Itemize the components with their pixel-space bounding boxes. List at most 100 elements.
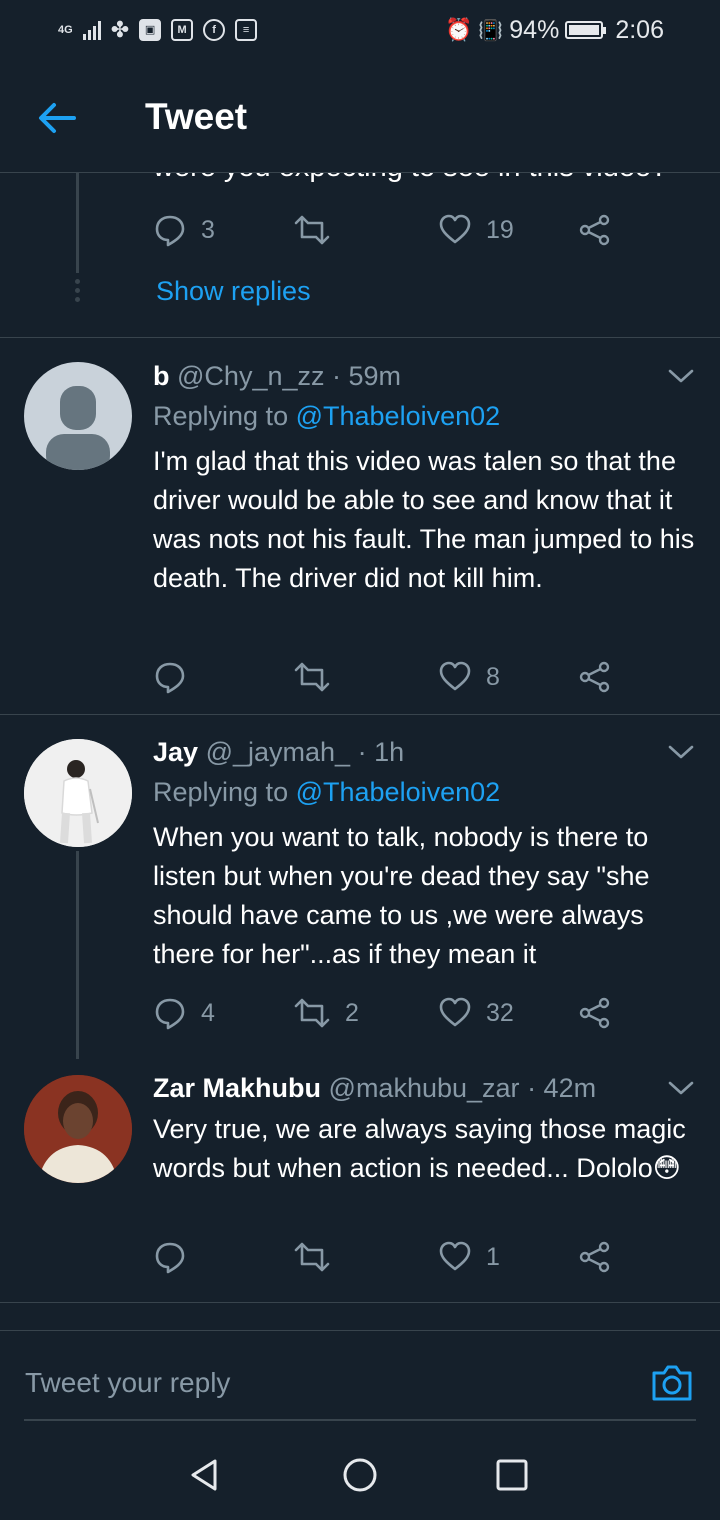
display-name[interactable]: Zar Makhubu: [153, 1073, 321, 1103]
retweet-button[interactable]: [293, 657, 345, 697]
like-button[interactable]: 32: [438, 993, 514, 1033]
tweet-text: I'm glad that this video was talen so th…: [153, 446, 695, 593]
avatar[interactable]: [24, 1075, 132, 1183]
camera-button[interactable]: [650, 1363, 694, 1403]
speech-bubble-icon: [155, 1242, 185, 1274]
replying-to-label: Replying to: [153, 401, 289, 431]
tweet-actions: 1: [153, 1237, 623, 1277]
user-handle[interactable]: @makhubu_zar: [329, 1073, 520, 1103]
tweet-actions: 4 2 32: [153, 993, 623, 1033]
display-name[interactable]: b: [153, 361, 170, 391]
back-triangle-icon[interactable]: [185, 1455, 225, 1495]
divider: [0, 1302, 720, 1303]
reply-count: 4: [201, 998, 215, 1027]
network-type-label: 4G: [58, 24, 73, 36]
speech-bubble-icon: [155, 662, 185, 694]
chevron-down-icon[interactable]: [668, 366, 694, 386]
profile-photo-icon: [24, 739, 132, 847]
tweet-time: · 42m: [527, 1073, 597, 1103]
show-replies-link[interactable]: Show replies: [156, 276, 311, 307]
user-handle[interactable]: @Chy_n_zz: [177, 361, 324, 391]
avatar[interactable]: [24, 362, 132, 470]
arrow-left-icon: [39, 103, 76, 133]
chevron-down-icon[interactable]: [668, 742, 694, 762]
share-icon: [579, 214, 610, 246]
retweet-icon: [294, 215, 330, 245]
status-bar-left: 4G ✤ ▣ M f ≡: [58, 16, 258, 44]
news-app-icon: ≡: [235, 19, 258, 41]
system-navigation-bar: [0, 1431, 720, 1520]
page-title: Tweet: [145, 96, 248, 137]
thread-connector: [76, 173, 79, 273]
signal-strength-icon: [82, 20, 101, 40]
input-underline: [24, 1419, 696, 1421]
heart-icon: [439, 214, 471, 244]
mention-link[interactable]: @Thabeloiven02: [296, 777, 501, 807]
like-count: 1: [486, 1242, 500, 1271]
speech-bubble-icon: [155, 215, 185, 247]
heart-icon: [439, 1241, 471, 1271]
like-button[interactable]: 8: [438, 657, 500, 697]
tweet[interactable]: b @Chy_n_zz · 59m Replying to @Thabeloiv…: [0, 338, 720, 714]
reply-button[interactable]: 4: [153, 993, 215, 1033]
retweet-button[interactable]: [293, 1237, 345, 1277]
reply-input-placeholder[interactable]: Tweet your reply: [25, 1367, 230, 1399]
tweet-header: Jay @_jaymah_ · 1h: [153, 737, 404, 768]
share-button[interactable]: [578, 210, 612, 250]
share-button[interactable]: [578, 657, 612, 697]
like-count: 32: [486, 998, 514, 1027]
status-bar: 4G ✤ ▣ M f ≡ ⏰ 📳 94% 2:06: [0, 0, 720, 62]
speech-bubble-icon: [155, 998, 185, 1030]
recents-square-icon[interactable]: [492, 1455, 532, 1495]
avatar[interactable]: [24, 739, 132, 847]
replying-to: Replying to @Thabeloiven02: [153, 777, 500, 808]
status-bar-right: ⏰ 📳 94% 2:06: [445, 14, 664, 46]
share-button[interactable]: [578, 993, 612, 1033]
alarm-icon: ⏰: [444, 17, 473, 42]
app-header: Tweet: [0, 62, 720, 173]
chevron-down-icon[interactable]: [668, 1078, 694, 1098]
back-button[interactable]: [32, 94, 80, 142]
tweet-actions: 8: [153, 657, 623, 697]
thread-connector: [76, 851, 79, 1059]
like-button[interactable]: 1: [438, 1237, 500, 1277]
retweet-icon: [294, 998, 330, 1028]
share-icon: [579, 661, 610, 693]
profile-photo-icon: [24, 1075, 132, 1183]
share-icon: [579, 997, 610, 1029]
like-count: 19: [486, 215, 514, 244]
clock-time: 2:06: [615, 15, 664, 44]
tweet[interactable]: Jay @_jaymah_ · 1h Replying to @Thabeloi…: [0, 715, 720, 1055]
like-count: 8: [486, 662, 500, 691]
tweet-text: When you want to talk, nobody is there t…: [153, 822, 650, 969]
shield-app-icon: ▣: [139, 19, 162, 41]
heart-icon: [439, 997, 471, 1027]
retweet-button[interactable]: [293, 210, 331, 250]
battery-percent: 94%: [509, 15, 560, 44]
reply-button[interactable]: [153, 1237, 201, 1277]
gmail-icon: M: [171, 19, 194, 41]
retweet-count: 2: [345, 998, 359, 1027]
conversation-thread[interactable]: were you expecting to see in this video?…: [0, 173, 720, 1330]
previous-tweet-actions: 3 19: [153, 210, 623, 250]
tweet-time: · 59m: [332, 361, 402, 391]
default-profile-icon: [46, 386, 110, 470]
user-handle[interactable]: @_jaymah_: [206, 737, 350, 767]
home-circle-icon[interactable]: [340, 1455, 380, 1495]
camera-icon: [652, 1365, 692, 1401]
reply-button[interactable]: 3: [153, 210, 215, 250]
thread-dots: [75, 279, 80, 306]
retweet-button[interactable]: 2: [293, 993, 359, 1033]
reply-composer[interactable]: Tweet your reply: [0, 1330, 720, 1432]
heart-icon: [439, 661, 471, 691]
battery-icon: [565, 21, 607, 39]
tweet-text: Very true, we are always saying those ma…: [153, 1114, 686, 1183]
tweet-header: b @Chy_n_zz · 59m: [153, 361, 401, 392]
reply-button[interactable]: [153, 657, 201, 697]
share-button[interactable]: [578, 1237, 612, 1277]
mention-link[interactable]: @Thabeloiven02: [296, 401, 501, 431]
retweet-icon: [294, 662, 330, 692]
tweet[interactable]: Zar Makhubu @makhubu_zar · 42m Very true…: [0, 1055, 720, 1302]
display-name[interactable]: Jay: [153, 737, 198, 767]
like-button[interactable]: 19: [438, 210, 514, 250]
